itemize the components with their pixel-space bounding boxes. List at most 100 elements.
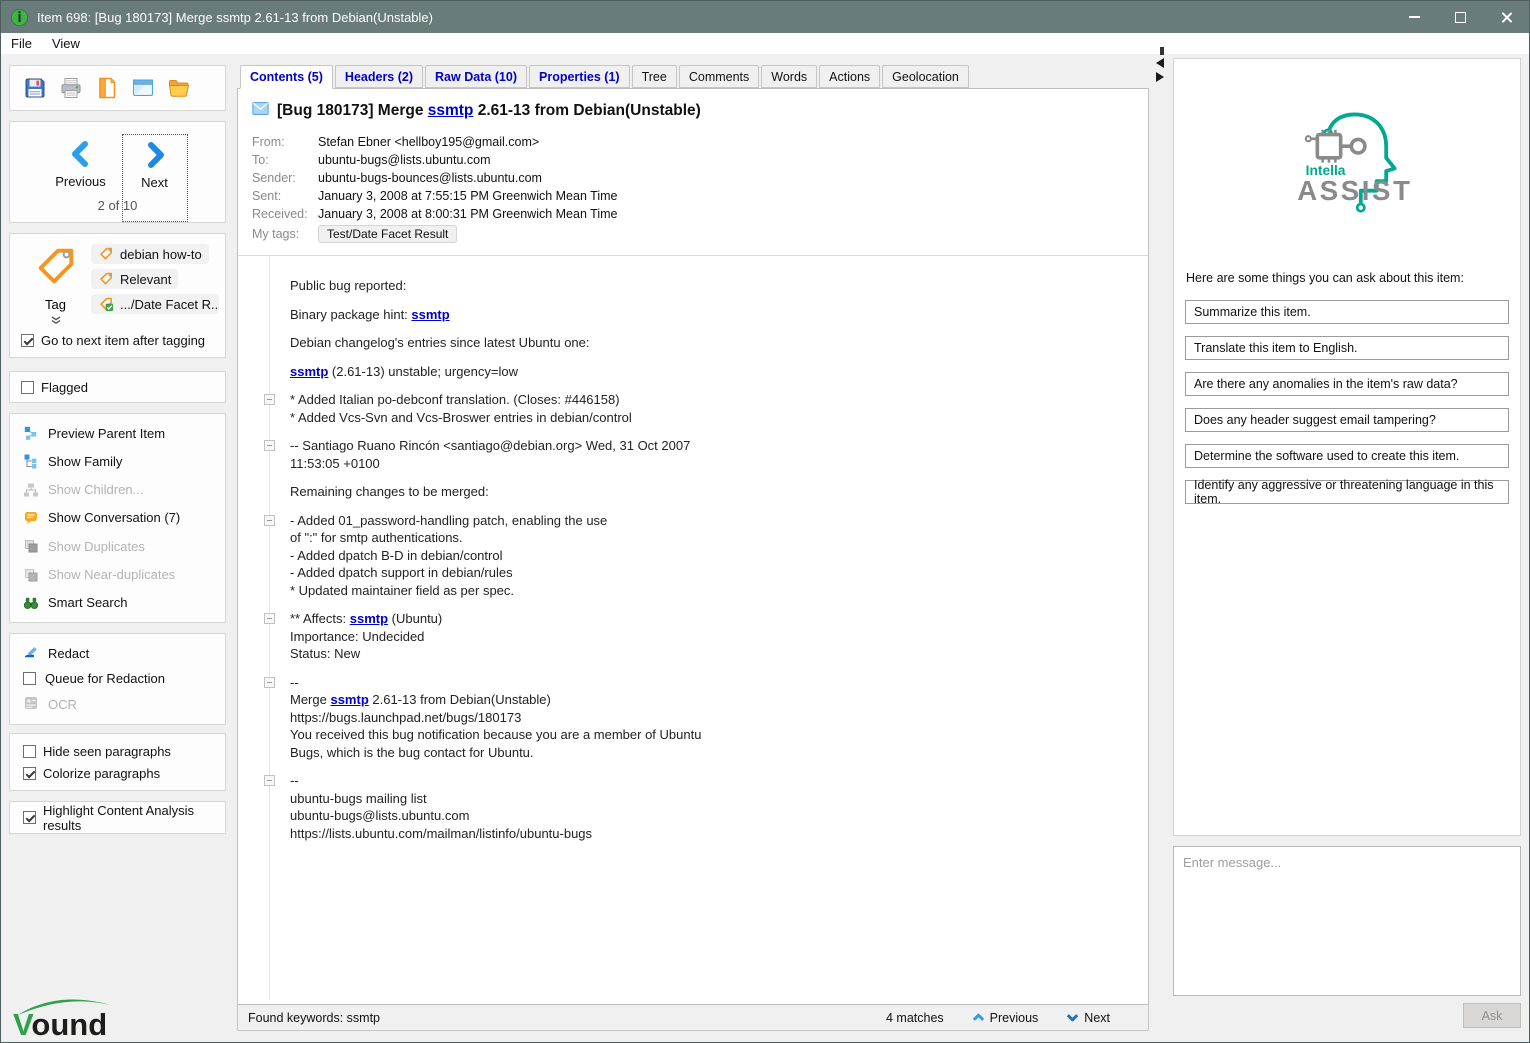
chevron-up-icon	[972, 1011, 985, 1024]
email-field-row: Sender:ubuntu-bugs-bounces@lists.ubuntu.…	[252, 169, 1134, 187]
assist-card: Intella ASSIST Here are some things you …	[1173, 58, 1521, 836]
next-match-button[interactable]: Next	[1066, 1011, 1110, 1025]
maximize-button[interactable]	[1437, 1, 1483, 33]
app-window: Item 698: [Bug 180173] Merge ssmtp 2.61-…	[0, 0, 1530, 1043]
export-document-button[interactable]	[95, 76, 119, 100]
flagged-checkbox[interactable]	[21, 381, 34, 394]
collapse-toggle[interactable]	[264, 775, 275, 786]
open-folder-button[interactable]	[167, 76, 191, 100]
print-button[interactable]	[59, 76, 83, 100]
envelope-icon	[252, 101, 269, 121]
keyword-link[interactable]: ssmtp	[330, 692, 368, 707]
collapse-toggle[interactable]	[264, 613, 275, 624]
tab-geolocation[interactable]: Geolocation	[882, 65, 969, 88]
collapse-toggle[interactable]	[264, 440, 275, 451]
tab-tree[interactable]: Tree	[632, 65, 677, 88]
near-duplicates-icon	[23, 567, 39, 583]
app-icon	[10, 8, 29, 27]
splitter-handle[interactable]	[1160, 47, 1164, 55]
show-family-button[interactable]: Show Family	[10, 453, 225, 469]
queue-redaction-checkbox[interactable]	[23, 672, 36, 685]
colorize-paragraphs-option[interactable]: Colorize paragraphs	[23, 766, 212, 781]
flagged-option[interactable]: Flagged	[21, 380, 88, 395]
question-identify-any-aggressive-or-threatening-l[interactable]: Identify any aggressive or threatening l…	[1185, 480, 1509, 504]
collapse-right-arrow[interactable]	[1156, 72, 1164, 82]
close-button[interactable]	[1483, 1, 1529, 33]
smart-search-button[interactable]: Smart Search	[10, 595, 225, 611]
show-children-button: Show Children...	[10, 482, 225, 498]
go-next-checkbox[interactable]	[21, 334, 34, 347]
children-tree-icon	[23, 482, 39, 498]
collapse-toggle[interactable]	[264, 677, 275, 688]
redact-button[interactable]: Redact	[10, 644, 225, 663]
redact-panel: Redact Queue for Redaction OCR	[9, 633, 226, 725]
svg-text:ASSIST: ASSIST	[1297, 175, 1412, 206]
match-count: 4 matches	[886, 1011, 944, 1025]
my-tags-badge[interactable]: Test/Date Facet Result	[318, 225, 457, 243]
titlebar: Item 698: [Bug 180173] Merge ssmtp 2.61-…	[1, 1, 1529, 33]
mail-window-button[interactable]	[131, 76, 155, 100]
highlight-checkbox[interactable]	[23, 811, 36, 824]
email-fields: From:Stefan Ebner <hellboy195@gmail.com>…	[252, 133, 1134, 223]
paragraph-text: Remaining changes to be merged:	[290, 483, 930, 501]
tag-label: Tag	[20, 297, 91, 312]
tab-contents-5[interactable]: Contents (5)	[240, 65, 333, 89]
save-button[interactable]	[23, 76, 47, 100]
collapse-toggle[interactable]	[264, 515, 275, 526]
email-field-row: To:ubuntu-bugs@lists.ubuntu.com	[252, 151, 1134, 169]
preview-parent-item-button[interactable]: Preview Parent Item	[10, 425, 225, 441]
ask-button[interactable]: Ask	[1463, 1003, 1521, 1028]
tab-actions[interactable]: Actions	[819, 65, 880, 88]
highlight-content-analysis-option[interactable]: Highlight Content Analysis results	[23, 803, 212, 833]
question-translate-this-item-to-english[interactable]: Translate this item to English.	[1185, 336, 1509, 360]
question-determine-the-software-used-to-create-th[interactable]: Determine the software used to create th…	[1185, 444, 1509, 468]
email-subject: [Bug 180173] Merge ssmtp 2.61-13 from De…	[252, 101, 1134, 121]
menu-view[interactable]: View	[42, 35, 90, 52]
field-label: To:	[252, 151, 318, 169]
keyword-link[interactable]: ssmtp	[290, 364, 328, 379]
action-label: Show Family	[48, 454, 122, 469]
go-next-after-tagging[interactable]: Go to next item after tagging	[21, 333, 205, 348]
my-tags-row: My tags: Test/Date Facet Result	[252, 225, 1134, 243]
question-are-there-any-anomalies-in-the-item-s-ra[interactable]: Are there any anomalies in the item's ra…	[1185, 372, 1509, 396]
question-summarize-this-item[interactable]: Summarize this item.	[1185, 300, 1509, 324]
show-conversation-7-button[interactable]: Show Conversation (7)	[10, 510, 225, 526]
subject-link[interactable]: ssmtp	[428, 102, 474, 119]
toolbar	[9, 65, 226, 111]
tab-properties-1[interactable]: Properties (1)	[529, 65, 630, 88]
email-document: [Bug 180173] Merge ssmtp 2.61-13 from De…	[237, 88, 1149, 1005]
previous-match-button[interactable]: Previous	[972, 1011, 1039, 1025]
hide-seen-paragraphs-option[interactable]: Hide seen paragraphs	[23, 744, 212, 759]
keyword-link[interactable]: ssmtp	[350, 611, 388, 626]
preview-tabs: Contents (5)Headers (2)Raw Data (10)Prop…	[237, 65, 1149, 88]
collapse-left-arrow[interactable]	[1156, 58, 1164, 68]
tag-button-date-facet-r[interactable]: .../Date Facet R...	[91, 294, 219, 314]
tab-words[interactable]: Words	[761, 65, 817, 88]
assist-message-input[interactable]	[1174, 847, 1520, 995]
tab-raw-data-10[interactable]: Raw Data (10)	[425, 65, 527, 88]
question-does-any-header-suggest-email-tampering[interactable]: Does any header suggest email tampering?	[1185, 408, 1509, 432]
colorize-paragraphs-checkbox[interactable]	[23, 767, 36, 780]
tag-icon	[98, 246, 114, 262]
queue-for-redaction-option[interactable]: Queue for Redaction	[10, 671, 225, 686]
conversation-icon	[23, 510, 39, 526]
paragraph-options-panel: Hide seen paragraphs Colorize paragraphs	[9, 733, 226, 791]
email-header: [Bug 180173] Merge ssmtp 2.61-13 from De…	[238, 89, 1148, 255]
minimize-button[interactable]	[1391, 1, 1437, 33]
action-label: Smart Search	[48, 595, 127, 610]
hide-seen-paragraphs-checkbox[interactable]	[23, 745, 36, 758]
tag-button-debian-how-to[interactable]: debian how-to	[91, 244, 209, 264]
tag-button-relevant[interactable]: Relevant	[91, 269, 178, 289]
collapse-toggle[interactable]	[264, 394, 275, 405]
item-navigation: Previous Next 2 of 10	[9, 121, 226, 223]
body-paragraph: - Added 01_password-handling patch, enab…	[238, 512, 1148, 600]
menu-file[interactable]: File	[1, 35, 42, 52]
tab-headers-2[interactable]: Headers (2)	[335, 65, 423, 88]
field-label: From:	[252, 133, 318, 151]
keyword-link[interactable]: ssmtp	[411, 307, 449, 322]
tab-comments[interactable]: Comments	[679, 65, 759, 88]
found-keywords-text: Found keywords: ssmtp	[248, 1011, 380, 1025]
paragraph-text: ** Affects: ssmtp (Ubuntu)Importance: Un…	[290, 610, 930, 663]
svg-text:Vound: Vound	[13, 1007, 107, 1040]
paragraph-text: * Added Italian po-debconf translation. …	[290, 391, 930, 426]
